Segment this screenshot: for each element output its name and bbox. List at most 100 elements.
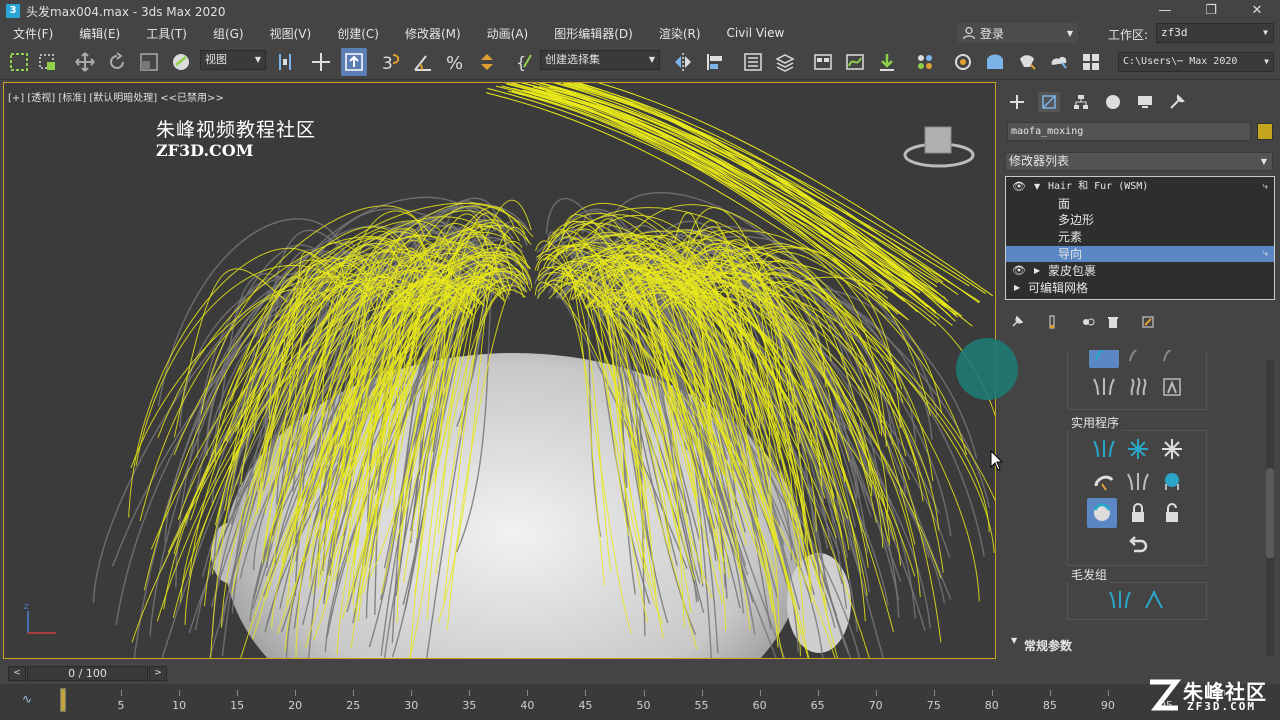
menu-animation[interactable]: 动画(A): [474, 25, 542, 42]
menu-civil-view[interactable]: Civil View: [714, 26, 798, 40]
reset-rest-icon[interactable]: [1123, 434, 1153, 464]
select-region-icon[interactable]: [6, 48, 32, 76]
edit-named-selection-icon[interactable]: {: [512, 48, 538, 76]
login-dropdown[interactable]: 登录 ▼: [958, 23, 1078, 43]
utilities-tab-icon[interactable]: [1166, 92, 1188, 112]
hide-guides-icon[interactable]: [1123, 467, 1153, 497]
next-frame-button[interactable]: >: [149, 666, 167, 681]
mini-curve-editor-icon[interactable]: ∿: [22, 692, 32, 706]
display-tab-icon[interactable]: [1134, 92, 1156, 112]
hierarchy-tab-icon[interactable]: [1070, 92, 1092, 112]
recomb-hair-icon[interactable]: [1089, 434, 1119, 464]
layer-explorer-icon[interactable]: [772, 48, 798, 76]
perspective-viewport[interactable]: [+] [透视] [标准] [默认明暗处理] <<已禁用>> 朱峰视频教程社区 …: [3, 82, 996, 659]
scene-explorer-icon[interactable]: [740, 48, 766, 76]
remove-modifier-icon[interactable]: [1103, 312, 1123, 332]
hair-select-tool-icon[interactable]: [1157, 350, 1187, 368]
percent-snap-icon[interactable]: %: [442, 48, 468, 76]
menu-group[interactable]: 组(G): [200, 25, 257, 42]
spinner-snap-icon[interactable]: [474, 48, 500, 76]
stack-item-skin-wrap[interactable]: 👁 ▶ 蒙皮包裹: [1006, 263, 1274, 279]
hair-grow-tool-icon[interactable]: [1089, 372, 1119, 402]
material-editor-icon[interactable]: [912, 48, 938, 76]
split-groups-icon[interactable]: [1105, 585, 1135, 615]
show-guides-icon[interactable]: [1157, 467, 1187, 497]
stack-subitem-face[interactable]: 面: [1006, 196, 1274, 212]
eye-icon[interactable]: 👁: [1012, 263, 1026, 279]
a360-gallery-icon[interactable]: [1078, 48, 1104, 76]
menu-modifiers[interactable]: 修改器(M): [392, 25, 474, 42]
named-selection-set-dropdown[interactable]: 创建选择集 ▼: [540, 50, 660, 70]
modifier-list-dropdown[interactable]: 修改器列表 ▼: [1005, 152, 1273, 171]
minimize-button[interactable]: —: [1142, 0, 1188, 22]
viewcube-icon[interactable]: [903, 126, 975, 168]
show-end-result-icon[interactable]: [1042, 312, 1062, 332]
schematic-view-icon[interactable]: [874, 48, 900, 76]
menu-rendering[interactable]: 渲染(R): [646, 25, 714, 42]
render-production-icon[interactable]: [1014, 48, 1040, 76]
select-move-icon[interactable]: [72, 48, 98, 76]
configure-modifier-sets-icon[interactable]: [1138, 312, 1158, 332]
hair-clump-tool-icon[interactable]: [1157, 372, 1187, 402]
collapse-triangle-icon[interactable]: ▼: [1034, 179, 1040, 195]
reference-coordinate-dropdown[interactable]: 视图 ▼: [200, 50, 266, 70]
menu-edit[interactable]: 编辑(E): [66, 25, 133, 42]
angle-snap-icon[interactable]: [410, 48, 436, 76]
menu-create[interactable]: 创建(C): [324, 25, 392, 42]
pin-stack-icon[interactable]: [1007, 312, 1027, 332]
modify-tab-icon[interactable]: [1038, 92, 1060, 112]
stack-subitem-polygon[interactable]: 多边形: [1006, 212, 1274, 228]
menu-file[interactable]: 文件(F): [0, 25, 66, 42]
stack-item-editable-mesh[interactable]: ▶ 可编辑网格: [1006, 280, 1274, 296]
pivot-center-icon[interactable]: [272, 48, 298, 76]
stack-subitem-element[interactable]: 元素: [1006, 229, 1274, 245]
rendered-frame-window-icon[interactable]: [982, 48, 1008, 76]
expand-triangle-icon[interactable]: ▶: [1034, 263, 1040, 279]
select-place-icon[interactable]: [168, 48, 194, 76]
time-slider-handle[interactable]: 0 / 100: [27, 666, 148, 681]
snaps-toggle-icon[interactable]: 3: [378, 48, 404, 76]
toggle-collisions-icon[interactable]: [1157, 434, 1187, 464]
hair-frizz-tool-icon[interactable]: [1123, 372, 1153, 402]
project-folder-dropdown[interactable]: C:\Users\⋯ Max 2020 ▼: [1118, 52, 1274, 72]
current-frame-marker[interactable]: [60, 688, 66, 712]
stack-subitem-guides[interactable]: 导向 ⤷: [1006, 246, 1274, 262]
eye-icon[interactable]: 👁: [1012, 179, 1026, 195]
curve-editor-icon[interactable]: [842, 48, 868, 76]
toggle-ribbon-icon[interactable]: [810, 48, 836, 76]
merge-groups-icon[interactable]: [1139, 585, 1169, 615]
toggle-hair-icon[interactable]: [1089, 467, 1119, 497]
select-scale-icon[interactable]: [136, 48, 162, 76]
previous-frame-button[interactable]: <: [8, 666, 26, 681]
viewport-label-menu[interactable]: [+] [透视] [标准] [默认明暗处理] <<已禁用>>: [8, 89, 224, 104]
menu-views[interactable]: 视图(V): [257, 25, 325, 42]
hair-cut-tool-icon[interactable]: [1123, 350, 1153, 368]
create-tab-icon[interactable]: [1006, 92, 1028, 112]
undo-icon[interactable]: [1123, 530, 1153, 560]
lock-icon[interactable]: [1123, 498, 1153, 528]
object-color-swatch[interactable]: [1257, 123, 1273, 140]
select-manipulate-icon[interactable]: [308, 48, 334, 76]
mirror-icon[interactable]: [670, 48, 696, 76]
expand-triangle-icon[interactable]: ▶: [1014, 280, 1020, 296]
close-button[interactable]: ✕: [1234, 0, 1280, 22]
scrollbar-thumb[interactable]: [1266, 468, 1274, 558]
render-setup-icon[interactable]: [950, 48, 976, 76]
make-unique-icon[interactable]: [1078, 312, 1098, 332]
align-icon[interactable]: [702, 48, 728, 76]
motion-tab-icon[interactable]: [1102, 92, 1124, 112]
select-object-icon[interactable]: [34, 48, 60, 76]
hair-comb-tool-icon[interactable]: [1089, 350, 1119, 368]
select-rotate-icon[interactable]: [104, 48, 130, 76]
maximize-button[interactable]: ❐: [1188, 0, 1234, 22]
object-name-field[interactable]: maofa_moxing: [1007, 122, 1251, 141]
unlock-icon[interactable]: [1157, 498, 1187, 528]
menu-tools[interactable]: 工具(T): [133, 25, 200, 42]
menu-graph-editors[interactable]: 图形编辑器(D): [541, 25, 646, 42]
load-hairstyle-icon[interactable]: [1087, 498, 1117, 528]
keyboard-shortcut-override-icon[interactable]: [341, 48, 367, 76]
stack-item-hair-and-fur[interactable]: 👁 ▼ Hair 和 Fur (WSM) ⤷: [1006, 179, 1274, 195]
general-parameters-rollout[interactable]: ▼ 常规参数: [1005, 634, 1273, 654]
render-in-cloud-icon[interactable]: [1046, 48, 1072, 76]
workspace-select[interactable]: zf3d ▼: [1156, 23, 1274, 43]
